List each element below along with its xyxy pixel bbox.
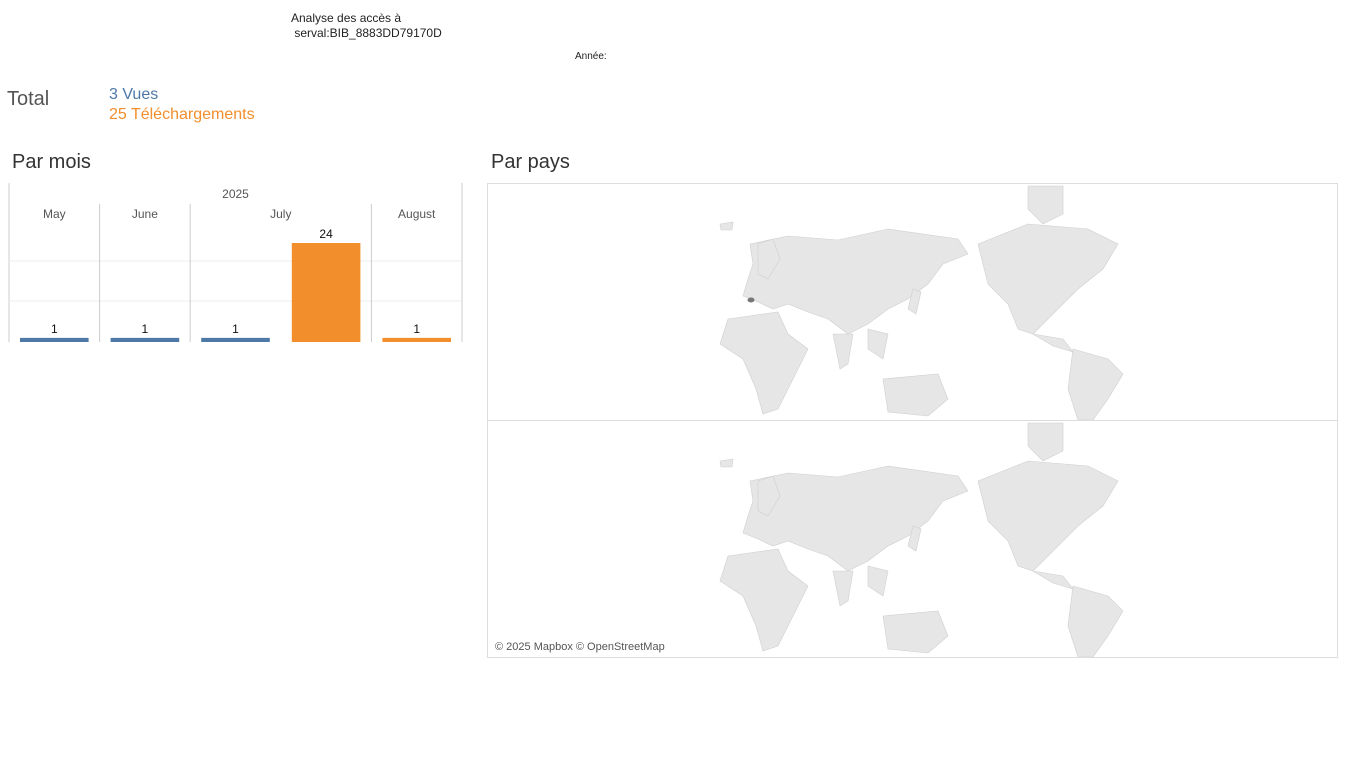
iceland-shape — [719, 221, 734, 231]
bar-téléchargements-august — [382, 337, 451, 342]
greenland-shape — [1027, 422, 1064, 462]
highlighted-country-switzerland[interactable] — [747, 297, 755, 303]
south-america-shape — [1067, 348, 1124, 420]
africa-shape — [719, 548, 809, 652]
data-label: 1 — [142, 322, 149, 336]
downloads-world-map[interactable] — [488, 421, 1337, 657]
total-label: Total — [7, 88, 50, 110]
central-america-shape — [1032, 333, 1074, 353]
views-total: 3 Vues — [109, 86, 159, 103]
map-attribution: © 2025 Mapbox © OpenStreetMap — [495, 641, 665, 653]
data-label: 1 — [413, 322, 420, 336]
month-label: August — [398, 207, 436, 221]
australia-shape — [882, 373, 949, 417]
year-header: 2025 — [222, 187, 249, 201]
monthly-section-title: Par mois — [12, 151, 91, 173]
bar-vues-may — [20, 337, 89, 342]
year-filter-label: Année: — [575, 51, 607, 62]
month-label: June — [132, 207, 158, 221]
month-label: May — [43, 207, 66, 221]
country-map[interactable]: © 2025 Mapbox © OpenStreetMap — [487, 183, 1338, 658]
views-world-map[interactable] — [488, 184, 1337, 420]
australia-shape — [882, 610, 949, 654]
bar-vues-july — [201, 337, 270, 342]
data-label: 1 — [51, 322, 58, 336]
india-shape — [832, 333, 854, 370]
southeast-asia-shape — [867, 328, 889, 360]
north-america-shape — [977, 460, 1119, 572]
page-title: Analyse des accès à serval:BIB_8883DD791… — [291, 11, 442, 40]
country-section-title: Par pays — [491, 151, 570, 173]
downloads-total: 25 Téléchargements — [109, 106, 255, 123]
north-america-shape — [977, 223, 1119, 335]
bar-téléchargements-july — [291, 243, 361, 342]
monthly-bar-chart: 2025 May 1 June 1 July 1 24 August 1 — [8, 183, 463, 342]
iceland-shape — [719, 458, 734, 468]
southeast-asia-shape — [867, 565, 889, 597]
greenland-shape — [1027, 185, 1064, 225]
data-label: 1 — [232, 322, 239, 336]
south-america-shape — [1067, 585, 1124, 657]
africa-shape — [719, 311, 809, 415]
india-shape — [832, 570, 854, 607]
data-label: 24 — [319, 227, 333, 241]
bar-vues-june — [110, 337, 180, 342]
central-america-shape — [1032, 570, 1074, 590]
month-label: July — [270, 207, 291, 221]
